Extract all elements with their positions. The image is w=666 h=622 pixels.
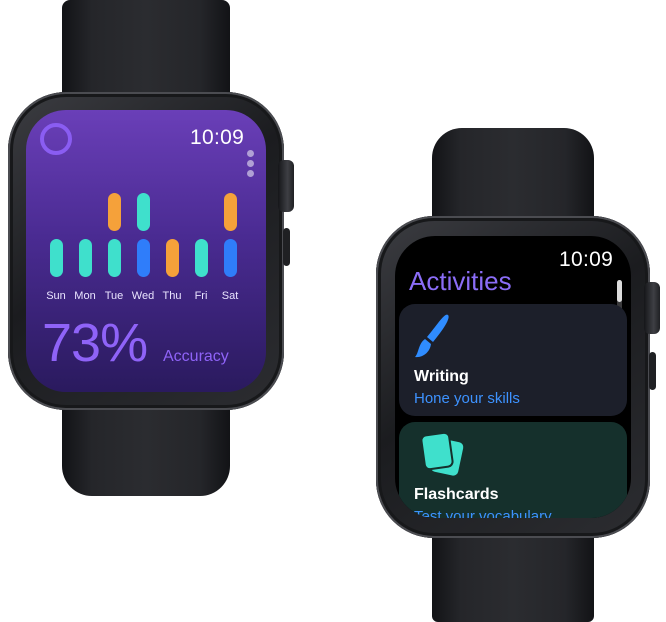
card-title: Flashcards [414, 486, 499, 503]
right-watch-screen: 10:09 Activities Writing Hone your skill… [395, 236, 631, 518]
right-watch-side-button[interactable] [649, 352, 656, 390]
card-subtitle: Hone your skills [414, 390, 520, 407]
sun-bar-teal [50, 239, 63, 277]
activities-title: Activities [409, 266, 512, 296]
wed-bar-teal [137, 193, 150, 231]
right-watch-time: 10:09 [559, 248, 614, 271]
activity-ring-icon[interactable] [40, 123, 72, 155]
card-title: Writing [414, 368, 469, 385]
left-watch-screen: 10:09 Sun Mon Tue Wed Thu Fri Sat 73% Ac… [26, 110, 266, 392]
weekly-bar-chart [46, 193, 246, 283]
day-label: Sat [221, 290, 239, 302]
flashcards-icon [420, 431, 464, 476]
thu-bar-orange [166, 239, 179, 277]
accuracy-label: Accuracy [163, 348, 229, 365]
wed-bar-blue [137, 239, 150, 277]
paintbrush-icon [415, 314, 449, 358]
fri-bar-teal [195, 239, 208, 277]
card-subtitle: Test your vocabulary [414, 508, 552, 518]
tue-bar-orange [108, 193, 121, 231]
sat-bar-orange [224, 193, 237, 231]
left-watch-time: 10:09 [190, 126, 245, 149]
tue-bar-teal [108, 239, 121, 277]
right-watch-digital-crown[interactable] [644, 282, 660, 334]
mon-bar-teal [79, 239, 92, 277]
left-watch-side-button[interactable] [283, 228, 290, 266]
activity-card-flashcards[interactable]: Flashcards Test your vocabulary [399, 422, 627, 518]
sat-bar-blue [224, 239, 237, 277]
left-watch-digital-crown[interactable] [278, 160, 294, 212]
accuracy-value: 73% [42, 313, 148, 373]
page-dots-icon [247, 150, 254, 180]
activity-card-writing[interactable]: Writing Hone your skills [399, 304, 627, 416]
